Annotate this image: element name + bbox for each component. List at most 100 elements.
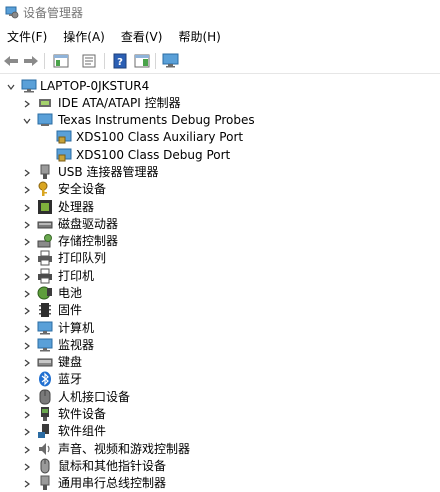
tree-item-debug-port[interactable]: XDS100 Class Debug Port bbox=[0, 147, 440, 164]
tree-item-debug-probes[interactable]: Texas Instruments Debug Probes bbox=[0, 112, 440, 129]
chevron-right-icon[interactable] bbox=[23, 307, 31, 315]
tree-item-label: XDS100 Class Auxiliary Port bbox=[76, 130, 244, 144]
chevron-right-icon[interactable] bbox=[23, 169, 31, 177]
processor-icon bbox=[38, 200, 52, 214]
tree-item-label: 处理器 bbox=[58, 200, 95, 214]
chevron-right-icon[interactable] bbox=[23, 221, 31, 229]
tree-item-bluetooth[interactable]: 蓝牙 bbox=[0, 371, 440, 388]
tree-item-label: 磁盘驱动器 bbox=[58, 217, 119, 231]
toolbar-separator bbox=[155, 53, 156, 69]
debug-probe-icon bbox=[37, 113, 53, 126]
chevron-right-icon[interactable] bbox=[23, 186, 31, 194]
tree-item-ide[interactable]: IDE ATA/ATAPI 控制器 bbox=[0, 95, 440, 112]
properties-button[interactable] bbox=[80, 53, 98, 69]
chevron-down-icon[interactable] bbox=[23, 117, 31, 125]
chevron-right-icon[interactable] bbox=[23, 273, 31, 281]
menu-bar: 文件(F) 操作(A) 查看(V) 帮助(H) bbox=[0, 26, 440, 48]
chevron-right-icon[interactable] bbox=[23, 238, 31, 246]
tree-item-label: 计算机 bbox=[58, 321, 95, 335]
back-arrow-icon bbox=[4, 56, 18, 66]
chevron-right-icon[interactable] bbox=[23, 204, 31, 212]
usb-controller-icon bbox=[40, 475, 50, 490]
battery-icon bbox=[37, 286, 52, 300]
back-button[interactable] bbox=[2, 53, 20, 69]
tree-item-storage[interactable]: 存储控制器 bbox=[0, 233, 440, 250]
help-button[interactable]: ? bbox=[111, 53, 129, 69]
firmware-icon bbox=[39, 303, 51, 317]
properties-icon bbox=[82, 54, 96, 68]
tree-item-mouse[interactable]: 鼠标和其他指针设备 bbox=[0, 458, 440, 475]
tree-item-monitor[interactable]: 监视器 bbox=[0, 337, 440, 354]
debug-port-icon bbox=[56, 130, 72, 144]
menu-action[interactable]: 操作(A) bbox=[57, 27, 111, 47]
tree-item-computer[interactable]: 计算机 bbox=[0, 320, 440, 337]
tree-item-label: 通用串行总线控制器 bbox=[58, 476, 167, 490]
action-pane-button[interactable] bbox=[133, 53, 151, 69]
tree-item-hid[interactable]: 人机接口设备 bbox=[0, 389, 440, 406]
toolbar-separator bbox=[44, 53, 45, 69]
tree-pane-icon bbox=[53, 54, 69, 68]
tree-item-processor[interactable]: 处理器 bbox=[0, 199, 440, 216]
menu-file[interactable]: 文件(F) bbox=[1, 27, 53, 47]
tree-item-aux-port[interactable]: XDS100 Class Auxiliary Port bbox=[0, 129, 440, 146]
menu-view[interactable]: 查看(V) bbox=[115, 27, 169, 47]
chevron-right-icon[interactable] bbox=[23, 376, 31, 384]
bluetooth-icon bbox=[39, 371, 51, 387]
tree-root[interactable]: LAPTOP-0JKSTUR4 bbox=[0, 78, 440, 95]
window-title: 设备管理器 bbox=[23, 6, 84, 20]
computer-icon bbox=[21, 79, 37, 93]
printer-icon bbox=[38, 268, 52, 284]
chevron-right-icon[interactable] bbox=[23, 446, 31, 454]
chevron-right-icon[interactable] bbox=[23, 325, 31, 333]
tree-item-security[interactable]: 安全设备 bbox=[0, 181, 440, 198]
tree-item-label: IDE ATA/ATAPI 控制器 bbox=[58, 96, 181, 110]
show-hide-tree-button[interactable] bbox=[52, 53, 70, 69]
software-device-icon bbox=[41, 407, 49, 421]
chevron-right-icon[interactable] bbox=[23, 428, 31, 436]
tree-item-label: 监视器 bbox=[58, 338, 95, 352]
tree-item-disk[interactable]: 磁盘驱动器 bbox=[0, 216, 440, 233]
chevron-right-icon[interactable] bbox=[23, 480, 31, 488]
tree-item-sound[interactable]: 声音、视频和游戏控制器 bbox=[0, 441, 440, 458]
chevron-down-icon[interactable] bbox=[7, 83, 15, 91]
chevron-right-icon[interactable] bbox=[23, 463, 31, 471]
mouse-icon bbox=[40, 458, 50, 474]
scan-hardware-button[interactable] bbox=[162, 53, 180, 69]
tree-item-label: 打印机 bbox=[58, 269, 95, 283]
security-key-icon bbox=[38, 181, 48, 196]
tree-item-software-device[interactable]: 软件设备 bbox=[0, 406, 440, 423]
chevron-right-icon[interactable] bbox=[23, 100, 31, 108]
toolbar: ? bbox=[0, 49, 440, 74]
chevron-right-icon[interactable] bbox=[23, 290, 31, 298]
debug-port-icon bbox=[56, 148, 72, 162]
chevron-right-icon[interactable] bbox=[23, 411, 31, 419]
tree-item-battery[interactable]: 电池 bbox=[0, 285, 440, 302]
forward-button[interactable] bbox=[22, 53, 40, 69]
tree-item-keyboard[interactable]: 键盘 bbox=[0, 354, 440, 371]
keyboard-icon bbox=[37, 358, 53, 367]
tree-item-label: 软件设备 bbox=[58, 407, 107, 421]
storage-controller-icon bbox=[37, 234, 52, 248]
forward-arrow-icon bbox=[24, 56, 38, 66]
title-bar: 设备管理器 bbox=[0, 0, 440, 24]
tree-item-label: 声音、视频和游戏控制器 bbox=[58, 442, 191, 456]
tree-item-printer[interactable]: 打印机 bbox=[0, 268, 440, 285]
tree-item-usb-connector[interactable]: USB 连接器管理器 bbox=[0, 164, 440, 181]
tree-item-label: 键盘 bbox=[58, 355, 83, 369]
tree-item-label: XDS100 Class Debug Port bbox=[76, 148, 231, 162]
tree-item-label: 安全设备 bbox=[58, 182, 107, 196]
tree-item-usb-controller[interactable]: 通用串行总线控制器 bbox=[0, 475, 440, 492]
chevron-right-icon[interactable] bbox=[23, 394, 31, 402]
tree-item-print-queue[interactable]: 打印队列 bbox=[0, 250, 440, 267]
chevron-right-icon[interactable] bbox=[23, 359, 31, 367]
chevron-right-icon[interactable] bbox=[23, 255, 31, 263]
help-icon: ? bbox=[113, 53, 127, 69]
tree-item-label: 蓝牙 bbox=[58, 372, 83, 386]
chevron-right-icon[interactable] bbox=[23, 342, 31, 350]
tree-item-label: 存储控制器 bbox=[58, 234, 119, 248]
tree-item-firmware[interactable]: 固件 bbox=[0, 302, 440, 319]
tree-item-software-component[interactable]: 软件组件 bbox=[0, 423, 440, 440]
tree-item-label: Texas Instruments Debug Probes bbox=[58, 113, 255, 127]
ide-controller-icon bbox=[39, 99, 51, 107]
menu-help[interactable]: 帮助(H) bbox=[172, 27, 226, 47]
